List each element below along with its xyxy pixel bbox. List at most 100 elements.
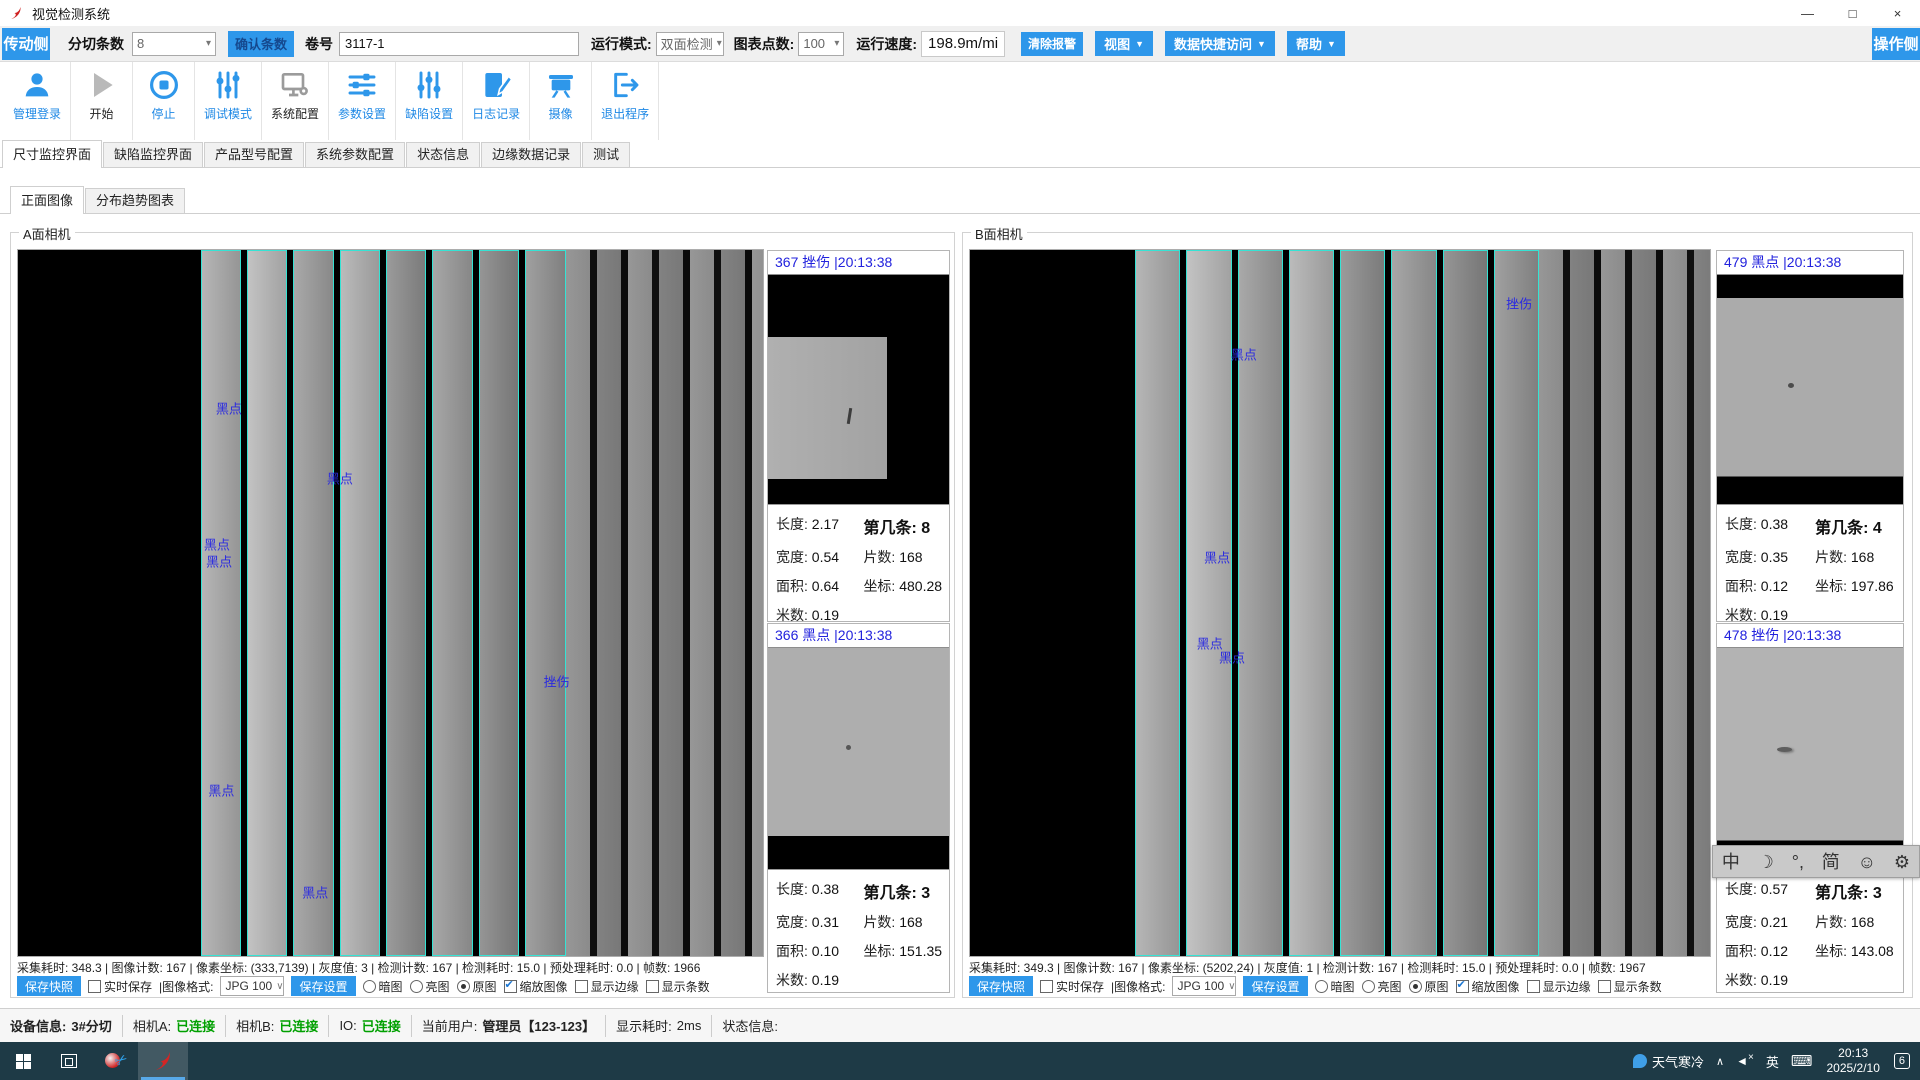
tab-edge-data[interactable]: 边缘数据记录 [481,142,581,167]
defect-fields: 长度: 0.38 第几条: 3 宽度: 0.31 片数: 168 面积: 0.1… [768,870,949,990]
param-settings-button[interactable]: 参数设置 [329,62,396,140]
defect-panel[interactable]: 367 挫伤 |20:13:38 长度: 2.17 第几条: 8 宽度: 0.5… [767,250,950,622]
camera-b-image[interactable]: 挫伤黑点黑点黑点黑点 [969,249,1711,957]
dark-image-radio[interactable]: 暗图 [363,978,403,995]
defect-fields: 长度: 0.38 第几条: 4 宽度: 0.35 片数: 168 面积: 0.1… [1717,505,1903,625]
view-menu-button[interactable]: 视图▼ [1095,31,1153,56]
defect-image-label: 黑点 [206,551,232,570]
show-edges-checkbox[interactable]: 显示边缘 [1527,978,1591,995]
show-strips-checkbox[interactable]: 显示条数 [646,978,710,995]
touch-keyboard-icon[interactable]: ⌨ [1785,1042,1819,1080]
start-button[interactable]: 开始 [71,62,133,140]
data-quick-access-button[interactable]: 数据快捷访问▼ [1165,31,1275,56]
defect-panel[interactable]: 366 黑点 |20:13:38 长度: 0.38 第几条: 3 宽度: 0.3… [767,623,950,993]
original-image-radio[interactable]: 原图 [1409,978,1449,995]
dropdown-arrow-icon: ▼ [1327,39,1336,49]
defect-header: 367 挫伤 |20:13:38 [768,251,949,275]
camera-a-controls: 保存快照 实时保存 |图像格式: JPG 100∨ 保存设置 暗图 亮图 原图 … [17,975,710,997]
input-language-indicator[interactable]: 英 [1760,1042,1785,1080]
defect-thumbnail[interactable] [768,648,949,870]
admin-login-button[interactable]: 管理登录 [4,62,71,140]
save-settings-button[interactable]: 保存设置 [1243,976,1307,996]
app-window: 视觉检测系统 — □ × 传动侧 分切条数 8▾ 确认条数 卷号 运行模式: 双… [0,0,1920,1080]
confirm-count-button[interactable]: 确认条数 [228,31,294,57]
volume-muted-icon[interactable]: ◄× [1730,1042,1760,1080]
taskbar-clock[interactable]: 20:132025/2/10 [1818,1042,1887,1080]
close-button[interactable]: × [1875,0,1920,26]
capture-button[interactable]: 摄像 [530,62,592,140]
app-logo-icon [151,1049,175,1073]
bright-image-radio[interactable]: 亮图 [1362,978,1402,995]
tab-test[interactable]: 测试 [582,142,630,167]
show-edges-checkbox[interactable]: 显示边缘 [575,978,639,995]
tab-size-monitor[interactable]: 尺寸监控界面 [2,140,102,168]
defect-thumbnail[interactable] [768,275,949,505]
defect-image-label: 黑点 [327,469,353,488]
weather-widget[interactable]: 天气寒冷 [1627,1042,1710,1080]
camera-b-group: B面相机 挫伤黑点黑点黑点黑点 479 黑点 |20:13:38 长度: 0.3… [962,232,1913,998]
help-menu-button[interactable]: 帮助▼ [1287,31,1345,56]
roll-number-input[interactable] [339,32,579,56]
show-strips-checkbox[interactable]: 显示条数 [1598,978,1662,995]
zoom-image-checkbox[interactable]: 缩放图像 [504,978,568,995]
exit-program-button[interactable]: 退出程序 [592,62,659,140]
punctuation-icon[interactable]: °, [1792,853,1804,871]
image-format-select[interactable]: JPG 100∨ [1172,976,1236,996]
tab-product-config[interactable]: 产品型号配置 [204,142,304,167]
original-image-radio[interactable]: 原图 [457,978,497,995]
tray-overflow-button[interactable]: ∧ [1710,1042,1730,1080]
ime-lang-chinese[interactable]: 中 [1722,853,1740,871]
subtab-trend-chart[interactable]: 分布趋势图表 [85,188,185,213]
start-button[interactable] [0,1042,46,1080]
vision-app-taskbar-button[interactable] [138,1042,188,1080]
subtab-front-image[interactable]: 正面图像 [10,186,84,214]
save-settings-button[interactable]: 保存设置 [291,976,355,996]
app-logo-icon [8,5,24,21]
clear-alarm-button[interactable]: 清除报警 [1021,32,1083,56]
defect-panel[interactable]: 478 挫伤 |20:13:38 长度: 0.57 第几条: 3 宽度: 0.2… [1716,623,1904,993]
defect-thumbnail[interactable] [1717,648,1903,870]
system-config-button[interactable]: 系统配置 [262,62,329,140]
realtime-save-checkbox[interactable]: 实时保存 [88,978,152,995]
image-format-select[interactable]: JPG 100∨ [220,976,284,996]
dark-image-radio[interactable]: 暗图 [1315,978,1355,995]
snipping-tool-button[interactable]: ✂ [92,1042,138,1080]
save-snapshot-button[interactable]: 保存快照 [17,976,81,996]
bright-image-radio[interactable]: 亮图 [410,978,450,995]
notification-center-button[interactable]: 6 [1888,1042,1920,1080]
zoom-image-checkbox[interactable]: 缩放图像 [1456,978,1520,995]
task-view-button[interactable] [46,1042,92,1080]
camera-a-image[interactable]: 黑点黑点黑点黑点挫伤黑点黑点 [17,249,764,957]
operate-side-button[interactable]: 操作侧 [1872,28,1920,60]
radio-icon [457,980,470,993]
defect-settings-button[interactable]: 缺陷设置 [396,62,463,140]
defect-header: 479 黑点 |20:13:38 [1717,251,1903,275]
moon-icon[interactable]: ☽ [1758,853,1774,871]
tab-defect-monitor[interactable]: 缺陷监控界面 [103,142,203,167]
defect-thumbnail[interactable] [1717,275,1903,505]
simplified-chinese-icon[interactable]: 简 [1822,853,1840,871]
drive-side-button[interactable]: 传动侧 [2,28,50,60]
dropdown-arrow-icon: ▼ [1135,39,1144,49]
ime-settings-gear-icon[interactable]: ⚙ [1894,853,1910,871]
debug-mode-button[interactable]: 调试模式 [195,62,262,140]
main-toolbar: 传动侧 分切条数 8▾ 确认条数 卷号 运行模式: 双面检测▾ 图表点数: 10… [0,26,1920,62]
windows-taskbar: ✂ 天气寒冷 ∧ ◄× 英 ⌨ 20:132025/2/10 6 [0,1042,1920,1080]
tab-status-info[interactable]: 状态信息 [406,142,480,167]
chart-points-select[interactable]: 100▾ [798,32,844,56]
run-mode-select[interactable]: 双面检测▾ [656,32,724,56]
save-snapshot-button[interactable]: 保存快照 [969,976,1033,996]
minimize-button[interactable]: — [1785,0,1830,26]
emoji-icon[interactable]: ☺ [1858,853,1876,871]
stop-button[interactable]: 停止 [133,62,195,140]
realtime-save-checkbox[interactable]: 实时保存 [1040,978,1104,995]
defect-panel[interactable]: 479 黑点 |20:13:38 长度: 0.38 第几条: 4 宽度: 0.3… [1716,250,1904,622]
maximize-button[interactable]: □ [1830,0,1875,26]
tab-system-params[interactable]: 系统参数配置 [305,142,405,167]
band-zone [566,250,763,956]
roll-number-label: 卷号 [305,34,333,54]
icon-toolbar: 管理登录 开始 停止 调试模式 系统配置 参数设置 缺陷设置 日志记录 [0,62,1920,140]
play-icon [86,69,118,101]
slit-count-select[interactable]: 8▾ [132,32,216,56]
log-record-button[interactable]: 日志记录 [463,62,530,140]
